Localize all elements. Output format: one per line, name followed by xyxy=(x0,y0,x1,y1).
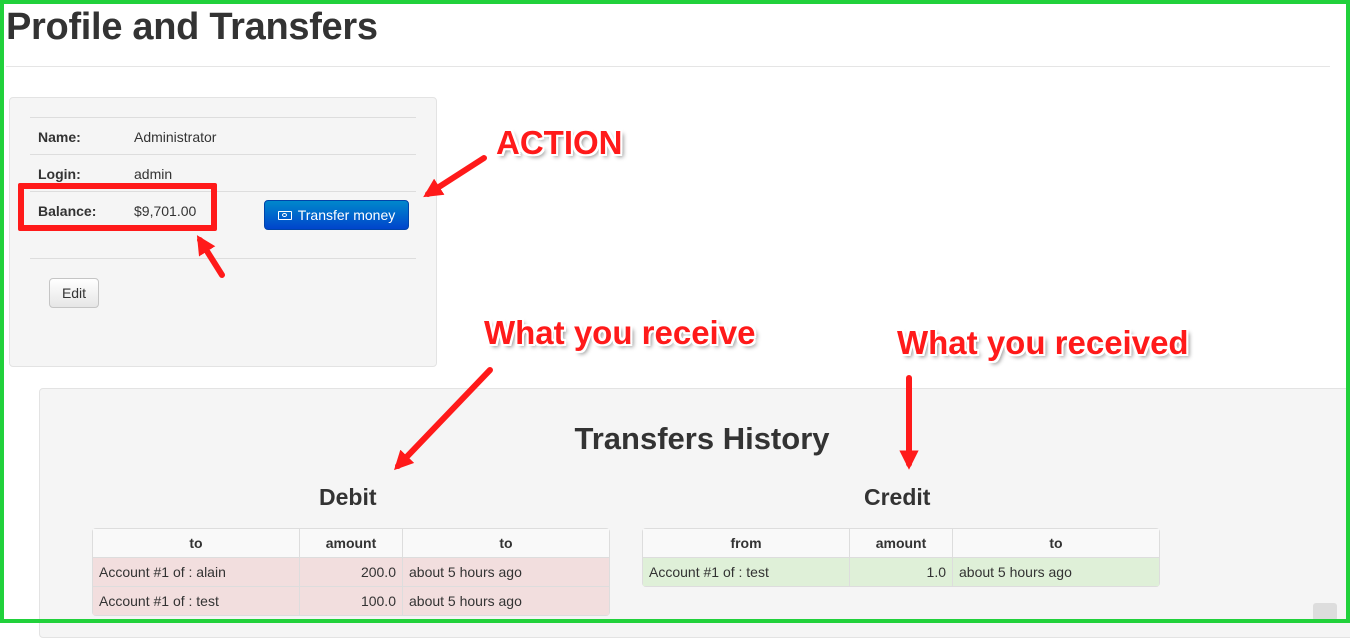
annotation-arrows xyxy=(196,155,919,471)
annotation-received: What you received xyxy=(897,324,1189,361)
annotation-receive: What you receive xyxy=(484,314,756,351)
receive-arrow xyxy=(394,367,493,471)
action-arrow xyxy=(423,155,487,198)
annotation-action: ACTION xyxy=(496,124,623,161)
balance-arrow xyxy=(196,235,225,278)
